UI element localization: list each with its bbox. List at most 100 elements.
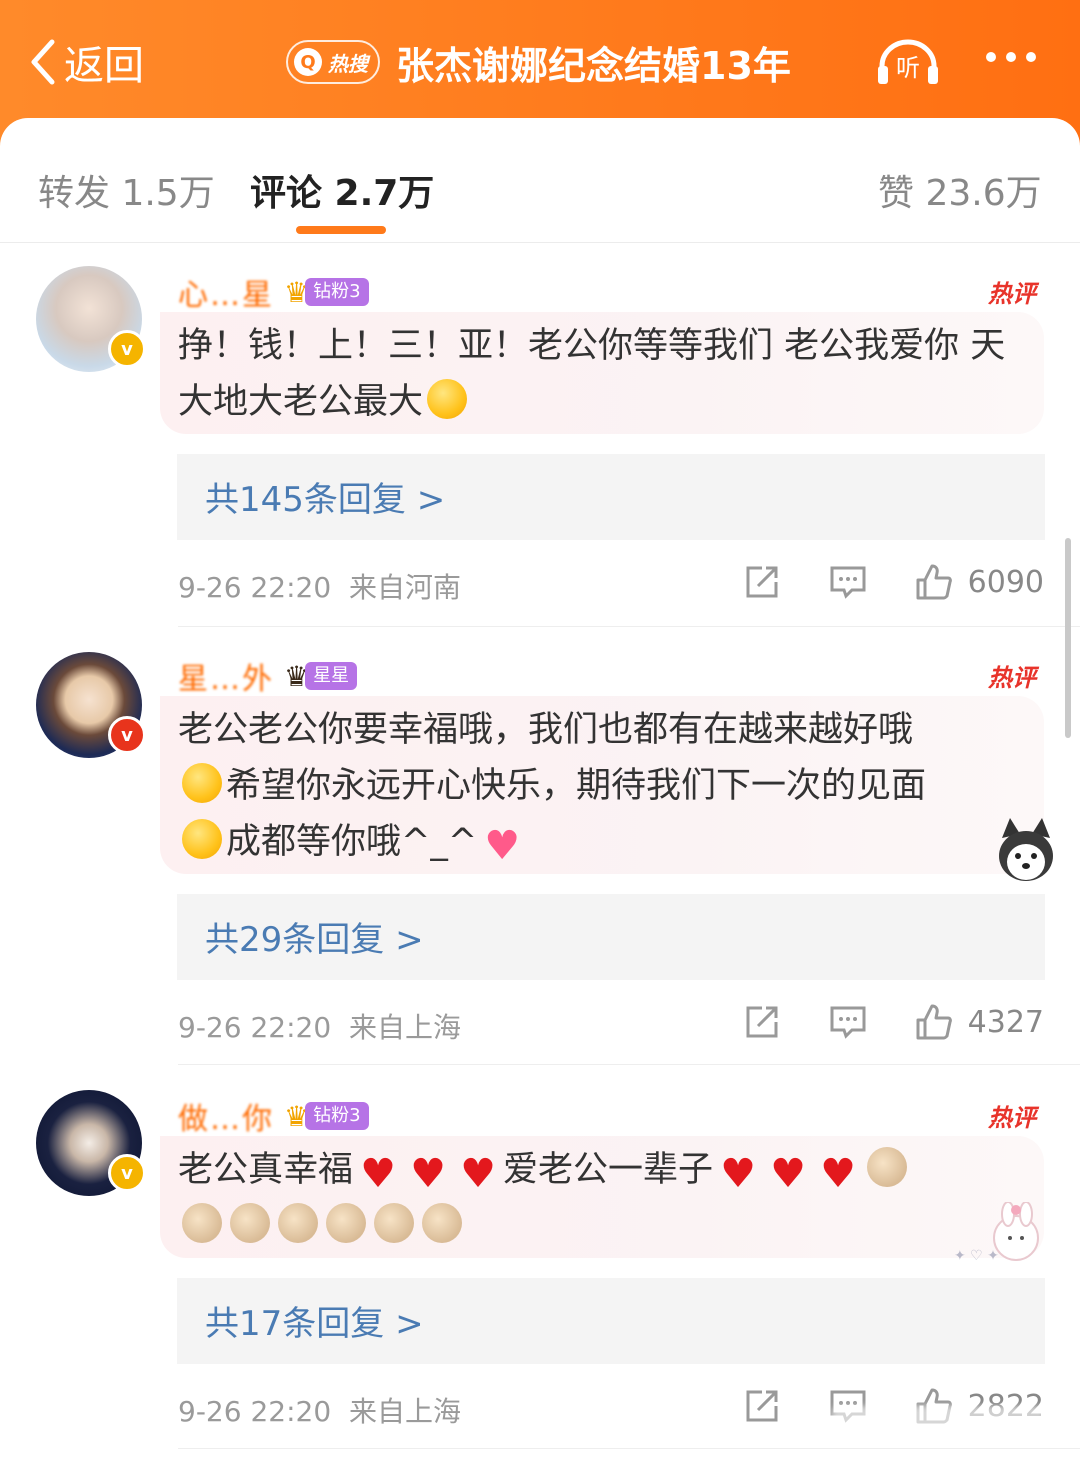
smirk-face-emoji-icon xyxy=(182,763,222,803)
comment-bubble[interactable]: 老公真幸福 ♥ ♥ ♥ 爱老公一辈子 ♥ ♥ ♥ ✦ ♡ ✦ xyxy=(160,1136,1044,1264)
like-thumb-icon[interactable] xyxy=(914,1002,954,1042)
comment-location: 来自河南 xyxy=(348,571,461,604)
red-heart-emoji-icon: ♥ xyxy=(360,1151,396,1197)
comment-text-part: 挣！钱！上！三！亚！老公你等等我们 老公我爱你 天大地大老公最大 xyxy=(178,326,1006,422)
fan-badge-label: 星星 xyxy=(305,662,358,690)
comment-text: 挣！钱！上！三！亚！老公你等等我们 老公我爱你 天大地大老公最大 xyxy=(178,318,1028,430)
replies-count-label: 共17条回复 > xyxy=(205,1304,424,1344)
comment-text: 老公真幸福 ♥ ♥ ♥ 爱老公一辈子 ♥ ♥ ♥ xyxy=(178,1142,1028,1254)
fan-badge: ♛ 钻粉3 xyxy=(284,276,369,309)
dot-icon xyxy=(1006,52,1016,62)
tab-bar: 转发 1.5万 评论 2.7万 赞 23.6万 xyxy=(0,118,1080,243)
comment-actions: 4327 xyxy=(696,1000,1044,1044)
comment-meta: 9-26 22:20 来自上海 xyxy=(178,1006,461,1046)
pink-heart-emoji-icon: ♥ xyxy=(484,823,521,869)
red-heart-emoji-icon: ♥ xyxy=(460,1151,496,1197)
replies-count-label: 共145条回复 > xyxy=(205,480,446,520)
comment-time: 9-26 22:20 xyxy=(178,1395,332,1428)
comment-actions: 6090 xyxy=(696,560,1044,604)
like-thumb-icon[interactable] xyxy=(914,562,954,602)
dot-icon xyxy=(986,52,996,62)
husky-sticker-icon xyxy=(999,818,1053,881)
topic-title: 张杰谢娜纪念结婚13年 xyxy=(396,43,791,88)
fan-badge-label: 钻粉3 xyxy=(305,278,369,306)
username[interactable]: 星…外 xyxy=(178,654,274,698)
bride-emoji-icon xyxy=(230,1203,270,1243)
search-icon: Q xyxy=(294,48,322,76)
like-count: 4327 xyxy=(967,1004,1044,1040)
tab-reposts[interactable]: 转发 1.5万 xyxy=(38,164,215,216)
red-heart-emoji-icon: ♥ xyxy=(720,1151,756,1197)
red-heart-emoji-icon: ♥ xyxy=(770,1151,806,1197)
bride-emoji-icon xyxy=(867,1147,908,1187)
username[interactable]: 做…你 xyxy=(178,1094,274,1138)
tab-likes[interactable]: 赞 23.6万 xyxy=(878,164,1042,216)
hot-comment-label: 热评 xyxy=(988,664,1036,692)
bride-emoji-icon xyxy=(374,1203,414,1243)
share-icon[interactable] xyxy=(742,1386,782,1426)
comment-bubble[interactable]: 老公老公你要幸福哦，我们也都有在越来越好哦 希望你永远开心快乐，期待我们下一次的… xyxy=(160,696,1053,881)
tab-comments[interactable]: 评论 2.7万 xyxy=(250,164,434,216)
hot-search-label: 热搜 xyxy=(328,51,368,76)
replies-count-label: 共29条回复 > xyxy=(205,920,424,960)
bride-emoji-icon xyxy=(182,1203,222,1243)
bride-emoji-icon xyxy=(422,1203,462,1243)
hot-comment-label: 热评 xyxy=(988,1104,1036,1132)
avatar[interactable]: v xyxy=(36,652,146,758)
comments-sheet: 转发 1.5万 评论 2.7万 赞 23.6万 v 心…星 ♛ 钻粉3 热评 挣… xyxy=(0,118,1080,1465)
comment-meta: 9-26 22:20 来自河南 xyxy=(178,566,461,606)
avatar[interactable]: v xyxy=(36,1090,146,1196)
fan-badge: ♛ 钻粉3 xyxy=(284,1100,369,1133)
divider xyxy=(178,1064,1080,1065)
comment-text-part: 爱老公一辈子 xyxy=(503,1150,714,1190)
bunny-sticker-icon: ✦ ♡ ✦ xyxy=(954,1202,1039,1264)
view-replies-button[interactable]: 共17条回复 > xyxy=(177,1278,1045,1364)
view-replies-button[interactable]: 共29条回复 > xyxy=(177,894,1045,980)
listen-headphones-icon[interactable]: 听 xyxy=(876,36,940,88)
comment-location: 来自上海 xyxy=(348,1011,461,1044)
comment-time: 9-26 22:20 xyxy=(178,571,332,604)
comment-text-part: 老公真幸福 xyxy=(178,1150,354,1190)
comment-time: 9-26 22:20 xyxy=(178,1011,332,1044)
comment-icon[interactable] xyxy=(828,1002,868,1042)
active-tab-indicator xyxy=(296,226,386,234)
verified-gold-icon: v xyxy=(108,330,146,368)
flower-face-emoji-icon xyxy=(182,819,222,859)
fan-badge-label: 钻粉3 xyxy=(305,1102,369,1130)
like-count: 6090 xyxy=(967,564,1044,600)
back-button[interactable]: 返回 xyxy=(28,34,144,90)
share-icon[interactable] xyxy=(742,562,782,602)
comment-icon[interactable] xyxy=(828,562,868,602)
kiss-face-emoji-icon xyxy=(427,379,468,419)
comment-text: 老公老公你要幸福哦，我们也都有在越来越好哦 希望你永远开心快乐，期待我们下一次的… xyxy=(178,702,1028,870)
scrollbar[interactable] xyxy=(1065,538,1071,738)
view-replies-button[interactable]: 共145条回复 > xyxy=(177,454,1045,540)
comment-bubble[interactable]: 挣！钱！上！三！亚！老公你等等我们 老公我爱你 天大地大老公最大 xyxy=(160,312,1044,434)
avatar[interactable]: v xyxy=(36,266,146,372)
dot-icon xyxy=(1026,52,1036,62)
back-label: 返回 xyxy=(64,43,144,89)
username[interactable]: 心…星 xyxy=(178,270,274,314)
share-icon[interactable] xyxy=(742,1002,782,1042)
watermark xyxy=(832,1406,1044,1436)
hot-search-badge: Q 热搜 xyxy=(286,40,380,84)
comment-text-part: 老公老公你要幸福哦，我们也都有在越来越好哦 xyxy=(178,710,914,750)
bride-emoji-icon xyxy=(278,1203,318,1243)
hot-comment-label: 热评 xyxy=(988,280,1036,308)
more-options-button[interactable] xyxy=(986,52,1036,62)
hot-topic-title[interactable]: Q 热搜 张杰谢娜纪念结婚13年 xyxy=(286,34,791,90)
svg-text:✦ ♡ ✦: ✦ ♡ ✦ xyxy=(954,1248,999,1264)
red-heart-emoji-icon: ♥ xyxy=(410,1151,446,1197)
comment-text-part: 成都等你哦^_^ xyxy=(226,822,478,862)
verified-gold-icon: v xyxy=(108,1154,146,1192)
red-heart-emoji-icon: ♥ xyxy=(820,1151,856,1197)
fan-badge: ♛ 星星 xyxy=(284,660,358,693)
divider xyxy=(178,626,1080,627)
comment-location: 来自上海 xyxy=(348,1395,461,1428)
verified-red-icon: v xyxy=(108,716,146,754)
divider xyxy=(178,1448,1080,1449)
bride-emoji-icon xyxy=(326,1203,366,1243)
comment-text-part: 希望你永远开心快乐，期待我们下一次的见面 xyxy=(226,766,927,806)
back-arrow-icon xyxy=(31,39,55,85)
listen-label: 听 xyxy=(896,54,920,82)
